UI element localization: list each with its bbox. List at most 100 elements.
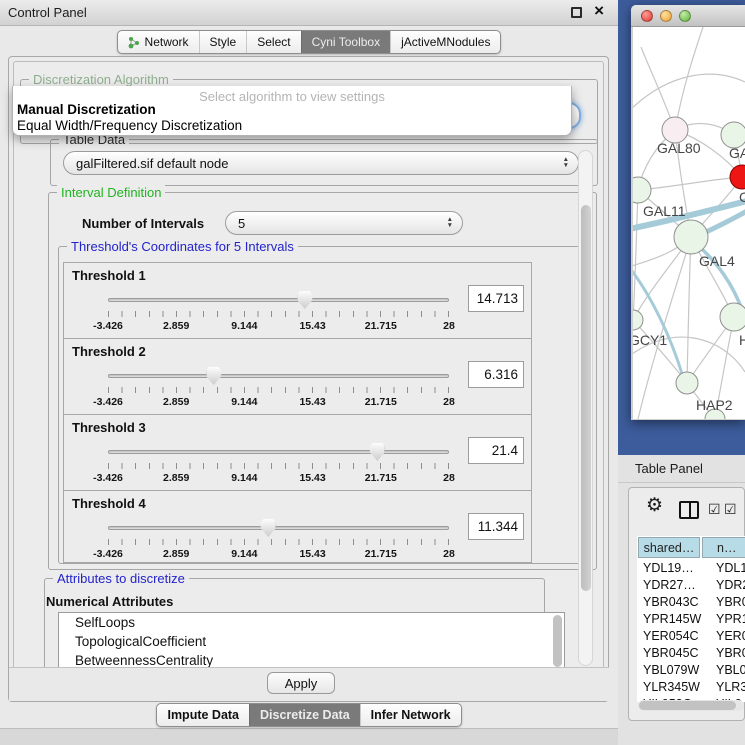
table-data-combo[interactable]: galFiltered.sif default node ▲▼ [63, 151, 579, 175]
table-row[interactable]: YBL079W YBL0 [637, 662, 745, 679]
numerical-attributes-heading: Numerical Attributes [46, 594, 173, 609]
table-row[interactable]: YER054C YER0 [637, 628, 745, 645]
node-attribute-table[interactable]: shared… n… YDL19… YDL1 YDR27… YDR2 YBR04… [637, 536, 745, 702]
tab-discretize-data[interactable]: Discretize Data [249, 704, 360, 726]
table-row[interactable]: YDR27… YDR2 [637, 577, 745, 594]
tab-jactivemnodules[interactable]: jActiveMNodules [390, 31, 500, 53]
control-panel-title: Control Panel [8, 0, 87, 26]
node-h [720, 303, 745, 331]
table-data-group: Table Data galFiltered.sif default node … [50, 139, 598, 186]
table-data-combo-value: galFiltered.sif default node [76, 156, 228, 171]
threshold-2-slider[interactable]: -3.426 2.859 9.144 15.43 21.715 28 [108, 367, 449, 413]
tab-cyni-toolbox[interactable]: Cyni Toolbox [301, 31, 390, 53]
table-row[interactable]: YBR045C YBR0 [637, 645, 745, 662]
attributes-list-scrollbar[interactable] [553, 615, 562, 667]
slider-track [108, 374, 449, 378]
zoom-traffic-light-icon[interactable] [679, 10, 691, 22]
table-row[interactable]: YDL19… YDL1 [637, 560, 745, 577]
threshold-3-panel: Threshold 3 -3.426 2.859 9.144 15.43 21.… [63, 414, 532, 491]
discretization-algorithm-label: Discretization Algorithm [29, 72, 173, 87]
node-label-gal4: GAL4 [699, 253, 735, 269]
node-gal4 [674, 220, 708, 254]
tab-network[interactable]: Network [118, 31, 199, 53]
network-window-titlebar [631, 5, 745, 27]
table-row[interactable]: YLR345W YLR3 [637, 679, 745, 696]
slider-thumb[interactable] [261, 519, 276, 537]
table-panel-title: Table Panel [635, 455, 703, 483]
bottom-tab-group: Impute Data Discretize Data Infer Networ… [156, 703, 461, 727]
tab-style[interactable]: Style [199, 31, 247, 53]
tab-select[interactable]: Select [246, 31, 300, 53]
tab-impute-data[interactable]: Impute Data [157, 704, 249, 726]
table-panel-titlebar: Table Panel [618, 455, 745, 483]
node-label-gcy1: GCY1 [633, 332, 667, 348]
threshold-1-panel: Threshold 1 -3.426 2.859 9.144 15.43 21.… [63, 262, 532, 339]
node-label-c: C [739, 189, 745, 205]
top-tab-row: Network Style Select Cyni Toolbox jActiv… [0, 30, 618, 54]
slider-thumb[interactable] [370, 443, 385, 461]
tab-infer-network[interactable]: Infer Network [360, 704, 461, 726]
number-of-intervals-label: Number of Intervals [82, 216, 204, 231]
node-label-hap2: HAP2 [696, 397, 733, 413]
interval-definition-label: Interval Definition [57, 185, 165, 200]
algorithm-dropdown-popup: Select algorithm to view settings Manual… [12, 86, 572, 136]
close-traffic-light-icon[interactable] [641, 10, 653, 22]
threshold-1-slider[interactable]: -3.426 2.859 9.144 15.43 21.715 28 [108, 291, 449, 337]
option-equal-width-frequency[interactable]: Equal Width/Frequency Discretization [17, 118, 242, 133]
combo-stepper-icon: ▲▼ [447, 217, 453, 229]
columns-icon-divider [689, 503, 691, 517]
control-panel: Control Panel × Network Style Sel [0, 0, 618, 745]
node-label-gal11: GAL11 [643, 203, 686, 219]
option-manual-discretization[interactable]: Manual Discretization [17, 102, 156, 117]
node-hap2 [676, 372, 698, 394]
slider-ticks [108, 539, 449, 545]
control-panel-titlebar: Control Panel × [0, 0, 618, 26]
node-label-ga: GA [729, 145, 745, 161]
threshold-1-value-field[interactable]: 14.713 [468, 285, 524, 312]
combo-stepper-icon: ▲▼ [563, 157, 569, 169]
number-of-intervals-combo[interactable]: 5 ▲▼ [225, 211, 463, 235]
panel-scrollbar-track[interactable] [578, 150, 593, 666]
threshold-4-value-field[interactable]: 11.344 [468, 513, 524, 540]
apply-button[interactable]: Apply [267, 672, 335, 694]
apply-bar: Apply [9, 667, 609, 701]
close-icon[interactable]: × [594, 1, 604, 21]
minimize-traffic-light-icon[interactable] [660, 10, 672, 22]
table-horizontal-scrollbar-thumb[interactable] [639, 701, 736, 710]
network-icon [128, 36, 140, 49]
slider-thumb[interactable] [206, 367, 221, 385]
node-label-h: H [739, 332, 745, 348]
slider-track [108, 298, 449, 302]
checkbox-checked-icon[interactable]: ☑ [708, 501, 721, 518]
threshold-3-value-field[interactable]: 21.4 [468, 437, 524, 464]
table-row[interactable]: YPR145W YPR1 [637, 611, 745, 628]
slider-ticks [108, 311, 449, 317]
list-item[interactable]: SelfLoops [59, 613, 564, 632]
node-label-gal80: GAL80 [657, 140, 701, 156]
threshold-2-value-field[interactable]: 6.316 [468, 361, 524, 388]
float-window-icon[interactable] [571, 7, 582, 18]
column-header-name[interactable]: n… [702, 537, 745, 558]
slider-thumb[interactable] [297, 291, 312, 309]
threshold-2-panel: Threshold 2 -3.426 2.859 9.144 15.43 21.… [63, 338, 532, 415]
slider-track [108, 526, 449, 530]
slider-track [108, 450, 449, 454]
list-item[interactable]: TopologicalCoefficient [59, 632, 564, 651]
threshold-3-title: Threshold 3 [72, 420, 146, 435]
checkbox-checked-icon[interactable]: ☑ [724, 501, 737, 518]
threshold-4-slider[interactable]: -3.426 2.859 9.144 15.43 21.715 28 [108, 519, 449, 565]
columns-icon[interactable] [679, 501, 699, 519]
tab-network-label: Network [145, 35, 189, 49]
panel-scrollbar-thumb[interactable] [581, 205, 591, 591]
gear-icon[interactable]: ⚙ [646, 494, 663, 517]
top-tab-group: Network Style Select Cyni Toolbox jActiv… [117, 30, 502, 54]
table-row[interactable]: YBR043C YBR0 [637, 594, 745, 611]
threshold-1-title: Threshold 1 [72, 268, 146, 283]
threshold-2-title: Threshold 2 [72, 344, 146, 359]
column-header-shared-name[interactable]: shared… [638, 537, 700, 558]
network-canvas[interactable]: GAL80 GA C GAL11 GAL4 GCY1 H HAP2 [633, 27, 745, 419]
threshold-3-slider[interactable]: -3.426 2.859 9.144 15.43 21.715 28 [108, 443, 449, 489]
numerical-attributes-list[interactable]: SelfLoops TopologicalCoefficient Between… [58, 612, 565, 670]
table-horizontal-scrollbar[interactable] [638, 700, 744, 711]
slider-ticks [108, 463, 449, 469]
